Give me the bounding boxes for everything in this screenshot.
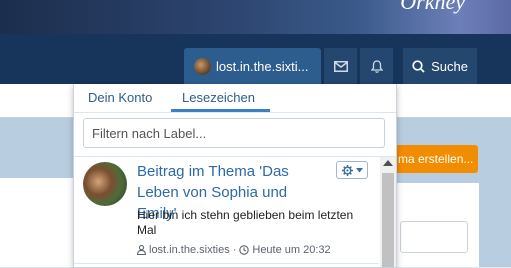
bookmark-text: Hier bin ich stehn geblieben beim letzte… — [137, 208, 354, 237]
background-panel — [0, 178, 74, 267]
create-thread-button[interactable]: ma erstellen... — [386, 145, 478, 173]
search-icon — [412, 59, 425, 73]
bookmark-time: Heute um 20:32 — [252, 244, 331, 256]
scrollbar[interactable] — [380, 157, 396, 267]
bookmark-meta: lost.in.the.sixties · Heute um 20:32 — [137, 244, 331, 256]
gear-icon — [341, 164, 353, 176]
tab-bookmarks[interactable]: Lesezeichen — [182, 90, 255, 105]
tab-account[interactable]: Dein Konto — [88, 90, 152, 105]
site-banner: Orkney — [0, 0, 511, 34]
active-tab-indicator — [171, 109, 270, 112]
alerts-button[interactable] — [360, 48, 393, 84]
background-input[interactable] — [400, 221, 468, 253]
conversations-button[interactable] — [324, 48, 357, 84]
bell-icon — [370, 59, 383, 73]
avatar[interactable] — [83, 162, 127, 206]
divider — [74, 263, 379, 264]
envelope-icon — [333, 60, 348, 72]
divider — [74, 156, 396, 157]
scroll-thumb[interactable] — [382, 173, 394, 267]
banner-title: Orkney — [400, 0, 465, 14]
user-name: lost.in.the.sixti... — [216, 58, 309, 74]
top-navbar: lost.in.the.sixti... Suche — [0, 34, 511, 84]
chevron-down-icon — [355, 167, 363, 172]
user-icon — [137, 245, 146, 255]
bookmark-author-link[interactable]: lost.in.the.sixties — [149, 244, 230, 256]
search-label: Suche — [431, 58, 468, 74]
scroll-up-arrow-icon[interactable] — [383, 160, 393, 166]
avatar — [194, 57, 211, 75]
bookmark-options-button[interactable] — [336, 161, 368, 179]
clock-icon — [239, 245, 250, 255]
filter-input[interactable] — [83, 118, 385, 148]
search-button[interactable]: Suche — [403, 48, 477, 84]
account-dropdown: Dein Konto Lesezeichen Beitrag im Thema … — [73, 84, 397, 268]
menu-tabs: Dein Konto Lesezeichen — [74, 84, 396, 113]
user-menu-button[interactable]: lost.in.the.sixti... — [184, 48, 321, 84]
meta-separator: · — [232, 244, 237, 256]
